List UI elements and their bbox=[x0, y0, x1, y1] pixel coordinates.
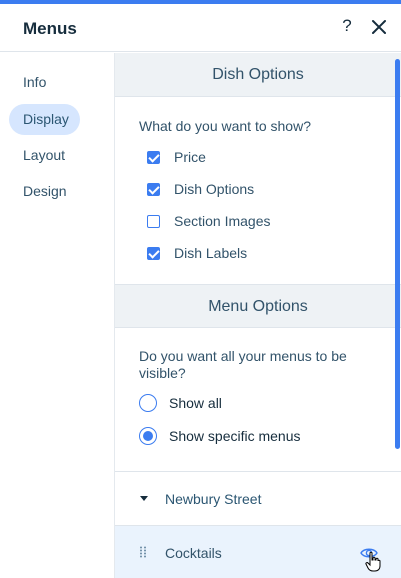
scrollbar-thumb[interactable] bbox=[395, 59, 400, 449]
menu-item-cocktails[interactable]: Cocktails bbox=[115, 525, 401, 578]
checkbox-unchecked-icon bbox=[147, 215, 160, 228]
close-button[interactable] bbox=[368, 16, 390, 38]
radio-selected-icon bbox=[139, 427, 157, 445]
sidebar: Info Display Layout Design bbox=[0, 53, 115, 578]
dish-options-body: What do you want to show? Price Dish Opt… bbox=[115, 97, 401, 284]
close-icon bbox=[372, 20, 386, 34]
checkbox-checked-icon bbox=[147, 151, 160, 164]
menu-item-label: Cocktails bbox=[165, 545, 222, 561]
checkbox-label: Section Images bbox=[174, 213, 271, 229]
dish-options-question: What do you want to show? bbox=[139, 118, 311, 134]
hand-pointer-icon bbox=[365, 551, 381, 572]
drag-handle-icon[interactable] bbox=[139, 546, 147, 558]
checkbox-label: Dish Labels bbox=[174, 245, 248, 261]
sidebar-item-layout[interactable]: Layout bbox=[9, 140, 65, 171]
radio-label: Show specific menus bbox=[169, 428, 301, 444]
checkbox-label: Price bbox=[174, 149, 206, 165]
caret-down-icon bbox=[140, 496, 148, 501]
menu-options-header: Menu Options bbox=[115, 284, 401, 328]
sidebar-item-design[interactable]: Design bbox=[9, 176, 67, 207]
checkbox-label: Dish Options bbox=[174, 181, 255, 197]
settings-panel: Dish Options What do you want to show? P… bbox=[115, 53, 401, 578]
help-button[interactable]: ? bbox=[338, 16, 356, 38]
checkbox-checked-icon bbox=[147, 183, 160, 196]
radio-unselected-icon bbox=[139, 394, 157, 412]
checkbox-checked-icon bbox=[147, 247, 160, 260]
menu-group-newbury-street[interactable]: Newbury Street bbox=[115, 472, 401, 526]
dish-options-header: Dish Options bbox=[115, 53, 401, 97]
panel-title: Menus bbox=[23, 19, 77, 38]
menu-options-body: Do you want all your menus to be visible… bbox=[115, 328, 401, 472]
panel-header: Menus ? bbox=[0, 4, 401, 52]
radio-label: Show all bbox=[169, 395, 222, 411]
menu-options-question: Do you want all your menus to be visible… bbox=[139, 348, 347, 381]
menu-group-label: Newbury Street bbox=[165, 491, 262, 507]
sidebar-item-display[interactable]: Display bbox=[9, 104, 80, 135]
sidebar-item-info[interactable]: Info bbox=[9, 67, 46, 98]
